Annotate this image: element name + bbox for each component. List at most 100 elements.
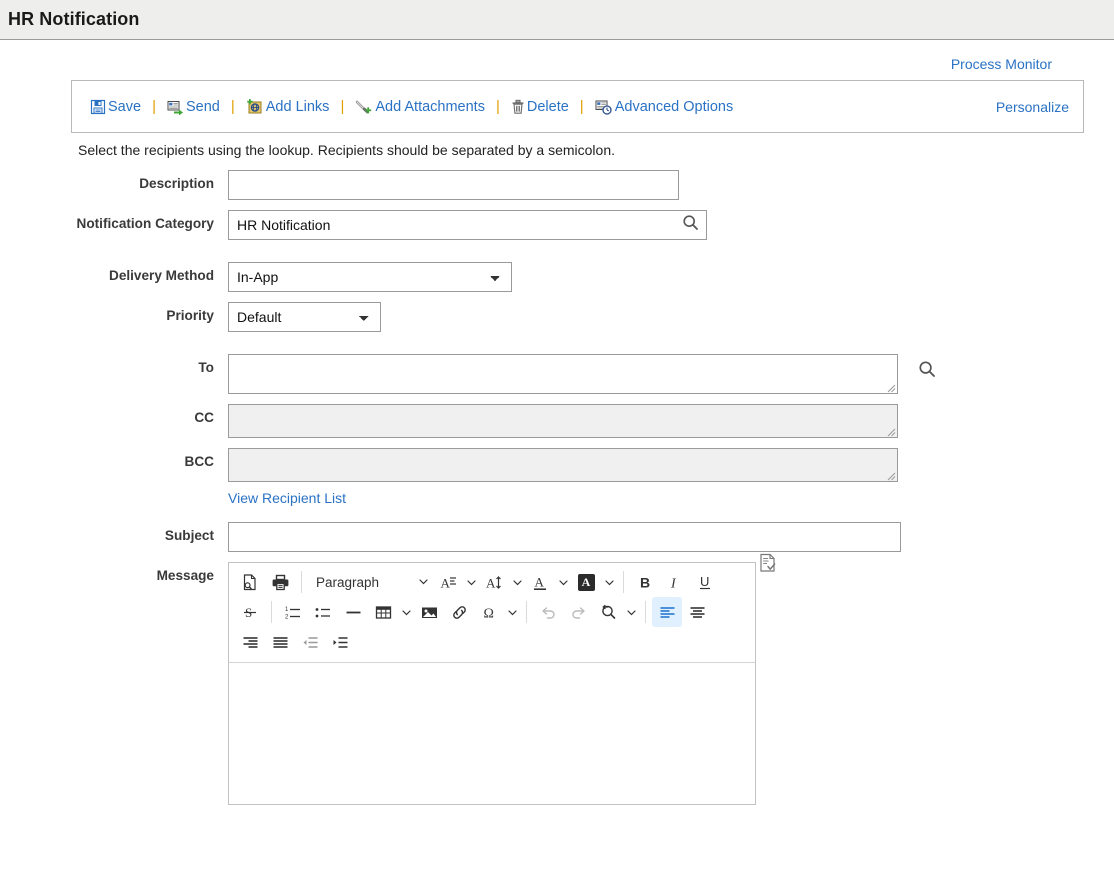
bulleted-list-icon[interactable] — [308, 597, 338, 627]
description-input[interactable] — [228, 170, 679, 200]
paragraph-style-label: Paragraph — [316, 574, 380, 590]
svg-text:2: 2 — [285, 614, 289, 620]
table-icon[interactable] — [368, 597, 398, 627]
find-replace-icon[interactable] — [593, 597, 623, 627]
process-monitor-link[interactable]: Process Monitor — [951, 56, 1052, 72]
bcc-textarea[interactable] — [228, 448, 898, 482]
bcc-row: BCC — [0, 448, 1114, 482]
toolbar-divider — [623, 571, 624, 593]
toolbar-separator: | — [152, 98, 156, 115]
find-replace-chevron-down-icon[interactable] — [623, 597, 639, 627]
advanced-options-button[interactable]: Advanced Options — [595, 98, 734, 115]
to-lookup-button[interactable] — [918, 360, 936, 383]
notification-category-lookup-button[interactable] — [674, 211, 706, 239]
rich-text-editor: Paragraph A A A A B I U S 1 2 Ω — [228, 553, 776, 805]
image-icon[interactable] — [414, 597, 444, 627]
trash-icon — [511, 99, 525, 115]
top-links-bar: Process Monitor — [0, 40, 1114, 72]
action-list: Save | Send | Add Links | Add Attachment… — [90, 98, 996, 115]
save-button[interactable]: Save — [90, 99, 141, 115]
numbered-list-icon[interactable]: 1 2 — [278, 597, 308, 627]
toolbar-divider — [271, 601, 272, 623]
to-textarea[interactable] — [228, 354, 898, 394]
svg-text:A: A — [486, 575, 496, 590]
svg-text:A: A — [440, 575, 450, 590]
add-attachments-label: Add Attachments — [375, 98, 485, 115]
notification-category-input[interactable] — [228, 210, 707, 240]
toolbar-separator: | — [230, 98, 235, 115]
personalize-link[interactable]: Personalize — [996, 99, 1069, 115]
delete-button[interactable]: Delete — [511, 99, 569, 115]
send-button[interactable]: Send — [167, 99, 220, 115]
font-size-icon[interactable]: A — [479, 567, 509, 597]
special-character-icon[interactable]: Ω — [474, 597, 504, 627]
svg-text:B: B — [640, 574, 650, 590]
cc-label: CC — [194, 410, 214, 425]
attachment-paperclip-icon — [355, 98, 373, 115]
delivery-method-row: Delivery Method In-App — [0, 262, 1114, 292]
font-family-chevron-down-icon[interactable] — [463, 567, 479, 597]
description-row: Description — [0, 170, 1114, 200]
highlight-color-chevron-down-icon[interactable] — [601, 567, 617, 597]
redo-icon[interactable] — [563, 597, 593, 627]
special-character-chevron-down-icon[interactable] — [504, 597, 520, 627]
highlight-color-icon[interactable]: A — [571, 567, 601, 597]
font-color-icon[interactable]: A — [525, 567, 555, 597]
align-center-icon[interactable] — [682, 597, 712, 627]
underline-icon[interactable]: U — [690, 567, 720, 597]
svg-text:1: 1 — [285, 607, 289, 613]
toolbar-divider — [301, 571, 302, 593]
action-toolbar: Save | Send | Add Links | Add Attachment… — [71, 80, 1084, 133]
search-icon — [682, 214, 699, 236]
align-right-icon[interactable] — [235, 627, 265, 657]
view-recipient-list-row: View Recipient List — [0, 490, 1114, 508]
print-icon[interactable] — [265, 567, 295, 597]
undo-icon[interactable] — [533, 597, 563, 627]
align-justify-icon[interactable] — [265, 627, 295, 657]
svg-text:U: U — [700, 574, 709, 589]
subject-input[interactable] — [228, 522, 901, 552]
instruction-text: Select the recipients using the lookup. … — [78, 142, 615, 158]
message-row: Message Paragraph A A A A B I U S 1 2 Ω — [0, 553, 1114, 805]
advanced-options-icon — [595, 99, 613, 115]
spellcheck-icon[interactable] — [759, 553, 777, 578]
strikethrough-icon[interactable]: S — [235, 597, 265, 627]
svg-text:I: I — [670, 576, 677, 591]
add-links-label: Add Links — [265, 98, 330, 115]
font-size-chevron-down-icon[interactable] — [509, 567, 525, 597]
toolbar-separator: | — [495, 98, 500, 115]
notification-form: Description Notification Category Delive… — [0, 158, 1114, 805]
font-family-icon[interactable]: A — [433, 567, 463, 597]
rte-content-area[interactable] — [229, 663, 755, 804]
search-icon — [918, 360, 936, 383]
align-left-icon[interactable] — [652, 597, 682, 627]
add-attachments-button[interactable]: Add Attachments — [355, 98, 485, 115]
priority-select[interactable]: Default — [228, 302, 381, 332]
horizontal-rule-icon[interactable] — [338, 597, 368, 627]
italic-icon[interactable]: I — [660, 567, 690, 597]
priority-row: Priority Default — [0, 302, 1114, 332]
font-color-chevron-down-icon[interactable] — [555, 567, 571, 597]
indent-icon[interactable] — [325, 627, 355, 657]
subject-label: Subject — [164, 528, 214, 543]
rte-toolbar: Paragraph A A A A B I U S 1 2 Ω — [229, 563, 755, 663]
toolbar-divider — [645, 601, 646, 623]
advanced-options-label: Advanced Options — [614, 98, 734, 115]
notification-category-label: Notification Category — [76, 216, 214, 231]
message-label: Message — [156, 568, 214, 583]
delivery-method-select[interactable]: In-App — [228, 262, 512, 292]
to-field — [228, 354, 898, 394]
source-preview-icon[interactable] — [235, 567, 265, 597]
outdent-icon[interactable] — [295, 627, 325, 657]
paragraph-style-dropdown[interactable]: Paragraph — [308, 567, 433, 597]
view-recipient-list-link[interactable]: View Recipient List — [228, 490, 346, 506]
link-icon[interactable] — [444, 597, 474, 627]
bold-icon[interactable]: B — [630, 567, 660, 597]
toolbar-separator: | — [340, 98, 345, 115]
add-links-button[interactable]: Add Links — [246, 98, 330, 115]
cc-row: CC — [0, 404, 1114, 438]
toolbar-separator: | — [579, 98, 584, 115]
cc-textarea[interactable] — [228, 404, 898, 438]
svg-text:A: A — [534, 574, 544, 589]
table-chevron-down-icon[interactable] — [398, 597, 414, 627]
